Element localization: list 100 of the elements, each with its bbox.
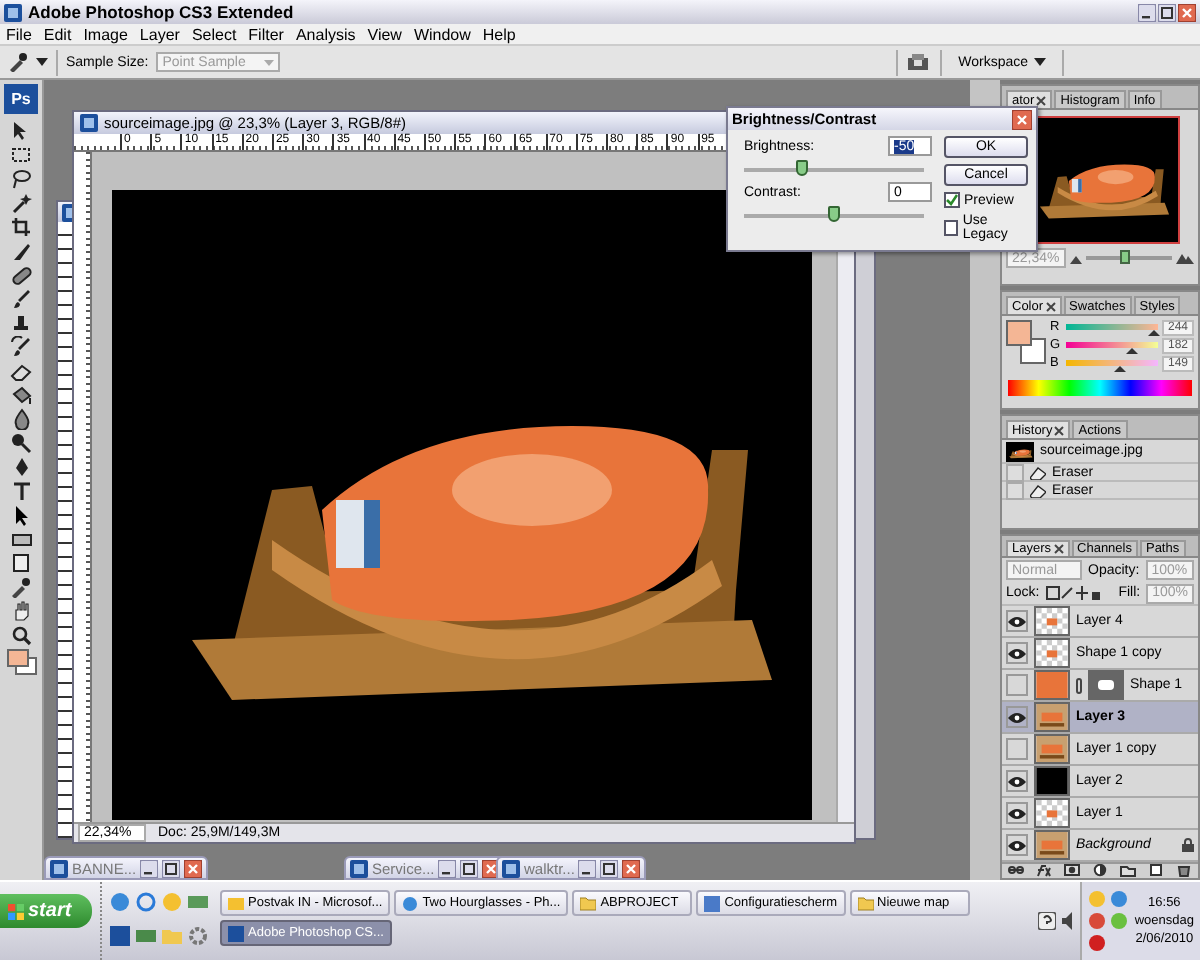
help-icon — [1038, 912, 1057, 930]
app-icon — [80, 114, 98, 132]
app-icon — [502, 859, 520, 877]
close-icon — [1045, 301, 1056, 311]
eye-icon — [1008, 647, 1026, 659]
caret-icon — [36, 58, 48, 66]
menu-item[interactable]: File — [6, 25, 32, 43]
menu-item[interactable]: View — [367, 25, 402, 43]
rectangle-icon — [10, 528, 32, 550]
menu-item[interactable]: Analysis — [295, 25, 356, 43]
zoom-slider-thumb[interactable] — [1120, 250, 1131, 264]
type-icon — [10, 480, 32, 502]
layer-thumbnail — [1034, 766, 1070, 796]
bucket-icon — [10, 384, 32, 406]
visibility-toggle[interactable] — [1006, 706, 1028, 728]
visibility-toggle[interactable] — [1006, 738, 1028, 760]
window-title: Adobe Photoshop CS3 Extended — [28, 2, 296, 22]
app-icon — [350, 859, 368, 877]
windows-flag-icon — [8, 903, 24, 919]
app-logo: Ps — [4, 84, 38, 114]
globe-icon — [110, 892, 130, 912]
new-layer-icon — [1148, 864, 1164, 878]
dashed-rectangle-icon — [10, 144, 32, 166]
visibility-toggle[interactable] — [1006, 770, 1028, 792]
visibility-toggle[interactable] — [1006, 834, 1028, 856]
speaker-icon — [1062, 912, 1075, 930]
snapshot-thumbnail — [1006, 441, 1034, 461]
folder-icon — [857, 895, 874, 911]
menu-item[interactable]: Window — [413, 25, 471, 43]
large-mountain-icon — [1176, 252, 1194, 264]
link-icon — [1008, 864, 1024, 878]
menu-item[interactable]: Edit — [43, 25, 72, 43]
caret-icon — [264, 59, 275, 65]
color-spectrum[interactable] — [1008, 380, 1192, 396]
eye-icon — [1008, 775, 1026, 787]
channel-slider[interactable] — [1066, 360, 1158, 366]
layer-thumbnail — [1034, 734, 1070, 764]
eye-icon — [1008, 807, 1026, 819]
history-brush-icon — [10, 336, 32, 358]
layer-thumbnail — [1034, 798, 1070, 828]
eye-icon — [1008, 711, 1026, 723]
menu-item[interactable]: Layer — [139, 25, 180, 43]
close-icon — [1053, 544, 1064, 554]
layer-thumbnail — [1034, 606, 1070, 636]
color-swatches-icon — [5, 648, 37, 676]
eyedropper-icon — [8, 52, 28, 72]
layer-thumbnail — [1034, 638, 1070, 668]
menu-item[interactable]: Filter — [248, 25, 284, 43]
visibility-toggle[interactable] — [1006, 674, 1028, 696]
app-icon — [228, 925, 244, 941]
slider-thumb[interactable] — [828, 206, 840, 222]
menu-item[interactable]: Image — [83, 25, 128, 43]
brush-icon — [10, 288, 32, 310]
browser-icon — [136, 892, 156, 912]
lock-icon — [1182, 838, 1194, 852]
lasso-icon — [10, 168, 32, 190]
menu-item[interactable]: Select — [191, 25, 237, 43]
vector-mask-thumbnail — [1088, 670, 1124, 700]
lock-options-icon — [1045, 586, 1102, 600]
eyedropper-icon — [10, 576, 32, 598]
chain-icon — [1076, 677, 1082, 693]
eraser-icon — [10, 360, 32, 382]
crop-icon — [10, 216, 32, 238]
menu-item[interactable]: Help — [482, 25, 516, 43]
visibility-toggle[interactable] — [1006, 642, 1028, 664]
visibility-toggle[interactable] — [1006, 802, 1028, 824]
envelope-icon — [228, 895, 244, 911]
slider-thumb[interactable] — [795, 160, 808, 176]
eye-icon — [1008, 839, 1026, 851]
fx-icon — [1036, 864, 1052, 878]
minimize-button — [140, 859, 159, 877]
bandage-icon — [10, 264, 32, 286]
drop-icon — [10, 408, 32, 430]
folder-icon — [162, 925, 182, 945]
pointer-icon — [10, 504, 32, 526]
checkbox[interactable] — [944, 220, 959, 236]
envelope-icon — [136, 925, 156, 945]
magnifier-icon — [10, 624, 32, 646]
minimize-button — [438, 859, 457, 877]
workspace-icon — [906, 52, 933, 72]
eye-icon — [1008, 615, 1026, 627]
minimize-button — [578, 859, 597, 877]
app-icon — [4, 3, 22, 21]
smiley-icon — [162, 892, 182, 912]
maximize-button — [600, 859, 619, 877]
visibility-toggle[interactable] — [1006, 610, 1028, 632]
checkbox[interactable] — [944, 192, 960, 208]
small-mountain-icon — [1069, 253, 1082, 263]
close-icon — [1054, 425, 1065, 435]
app-icon — [50, 859, 68, 877]
layer-thumbnail — [1034, 702, 1070, 732]
channel-slider[interactable] — [1066, 342, 1158, 348]
foreground-color-swatch[interactable] — [1006, 320, 1032, 346]
layer-thumbnail — [1034, 830, 1070, 860]
wand-icon — [10, 192, 32, 214]
globe-icon — [402, 895, 419, 911]
folder-icon — [580, 895, 597, 911]
maximize-button — [162, 859, 181, 877]
app-icon — [110, 925, 130, 945]
checkmark-icon — [946, 194, 958, 206]
